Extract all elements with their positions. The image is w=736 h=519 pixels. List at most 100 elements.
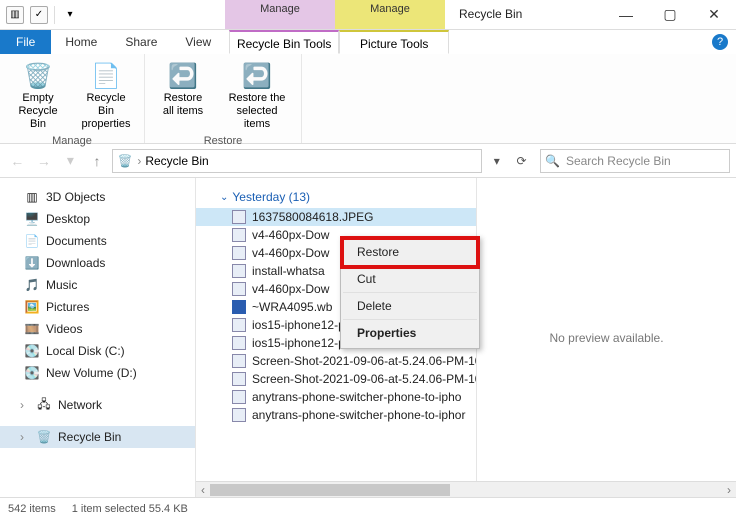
recycle-bin-icon: 🗑️ (117, 153, 133, 169)
nav-item-recycle-bin[interactable]: › 🗑️ Recycle Bin (0, 426, 195, 448)
image-file-icon (232, 246, 246, 260)
nav-label: Music (46, 278, 77, 292)
contextual-tab-picture-header: Manage (335, 0, 445, 29)
nav-item-3d-objects[interactable]: ▥ 3D Objects (0, 186, 195, 208)
nav-item-network[interactable]: ›🖧Network (0, 394, 195, 416)
file-row[interactable]: anytrans-phone-switcher-phone-to-iphor (196, 406, 476, 424)
image-file-icon (232, 354, 246, 368)
chevron-right-icon: › (14, 429, 30, 445)
restore-selected-icon: ↩️ (241, 60, 273, 92)
nav-item-documents[interactable]: 📄 Documents (0, 230, 195, 252)
quick-access-toolbar: ▥ ✓ ▾ (0, 0, 85, 29)
file-row[interactable]: anytrans-phone-switcher-phone-to-ipho (196, 388, 476, 406)
preview-pane: No preview available. (476, 178, 736, 497)
search-box[interactable]: 🔍 Search Recycle Bin (540, 149, 730, 173)
address-dropdown[interactable]: ▾ (486, 149, 507, 173)
nav-label: Documents (46, 234, 107, 248)
context-menu-delete[interactable]: Delete (343, 293, 477, 320)
drive-icon: 💽 (24, 365, 40, 381)
recycle-bin-properties-button[interactable]: 📄 Recycle Bin properties (76, 58, 136, 133)
recycle-bin-icon: 🗑️ (36, 429, 52, 445)
context-menu-cut[interactable]: Cut (343, 266, 477, 293)
empty-bin-label: Empty Recycle Bin (12, 92, 64, 131)
image-file-icon (232, 336, 246, 350)
restore-all-button[interactable]: ↩️ Restore all items (153, 58, 213, 120)
empty-recycle-bin-button[interactable]: 🗑️ Empty Recycle Bin (8, 58, 68, 133)
chevron-down-icon: ⌄ (220, 192, 228, 203)
desktop-icon: 🖥️ (24, 211, 40, 227)
folder-icon: ▥ (24, 189, 40, 205)
bin-properties-label: Recycle Bin properties (80, 92, 132, 131)
drive-icon: 💽 (24, 343, 40, 359)
nav-label: Pictures (46, 300, 89, 314)
file-row[interactable]: Screen-Shot-2021-09-06-at-5.24.06-PM-10 (196, 352, 476, 370)
nav-label: Recycle Bin (58, 430, 121, 444)
address-bar[interactable]: 🗑️ › Recycle Bin (112, 149, 482, 173)
nav-item-pictures[interactable]: 🖼️ Pictures (0, 296, 195, 318)
file-name: ~WRA4095.wb (252, 300, 332, 314)
image-file-icon (232, 264, 246, 278)
tab-home[interactable]: Home (51, 30, 111, 54)
search-icon: 🔍 (545, 154, 560, 168)
scroll-right-icon[interactable]: › (722, 482, 736, 498)
contextual-tab-recycle-header: Manage (225, 0, 335, 29)
image-file-icon (232, 228, 246, 242)
nav-item-local-disk-c[interactable]: 💽Local Disk (C:) (0, 340, 195, 362)
status-bar: 542 items 1 item selected 55.4 KB (0, 497, 736, 519)
group-header-yesterday[interactable]: ⌄ Yesterday (13) (196, 186, 476, 208)
nav-item-videos[interactable]: 🎞️Videos (0, 318, 195, 340)
nav-back-button[interactable]: ← (6, 148, 29, 174)
nav-item-desktop[interactable]: 🖥️ Desktop (0, 208, 195, 230)
nav-recent-dropdown[interactable]: ▾ (59, 148, 82, 174)
documents-icon: 📄 (24, 233, 40, 249)
horizontal-scrollbar[interactable]: ‹ › (196, 481, 736, 497)
ribbon-tabs: File Home Share View Recycle Bin Tools P… (0, 30, 736, 54)
navigation-pane[interactable]: ▥ 3D Objects 🖥️ Desktop 📄 Documents ⬇️Downl… (0, 178, 196, 497)
image-file-icon (232, 210, 246, 224)
music-icon: 🎵 (24, 277, 40, 293)
minimize-button[interactable]: — (604, 0, 648, 29)
nav-up-button[interactable]: ↑ (86, 148, 109, 174)
nav-label: Desktop (46, 212, 90, 226)
qat-dropdown-icon[interactable]: ▾ (61, 6, 79, 24)
file-row[interactable]: 1637580084618.JPEG (196, 208, 476, 226)
scroll-left-icon[interactable]: ‹ (196, 482, 210, 498)
file-name: Screen-Shot-2021-09-06-at-5.24.06-PM-10 (252, 372, 476, 386)
refresh-button[interactable]: ⟳ (511, 149, 532, 173)
ribbon-group-restore: ↩️ Restore all items ↩️ Restore the sele… (145, 54, 302, 143)
group-label-restore: Restore (204, 133, 243, 147)
help-icon[interactable]: ? (712, 34, 728, 50)
scroll-thumb[interactable] (210, 484, 450, 496)
file-row[interactable]: Screen-Shot-2021-09-06-at-5.24.06-PM-10 (196, 370, 476, 388)
context-menu-properties[interactable]: Properties (343, 320, 477, 346)
image-file-icon (232, 318, 246, 332)
restore-selected-label: Restore the selected items (225, 92, 289, 131)
group-label-manage: Manage (52, 133, 92, 147)
nav-label: 3D Objects (46, 190, 105, 204)
nav-item-new-volume-d[interactable]: 💽New Volume (D:) (0, 362, 195, 384)
restore-selected-button[interactable]: ↩️ Restore the selected items (221, 58, 293, 133)
tab-view[interactable]: View (171, 30, 225, 54)
close-button[interactable]: ✕ (692, 0, 736, 29)
tab-picture-tools[interactable]: Picture Tools (339, 30, 449, 54)
tab-share[interactable]: Share (111, 30, 171, 54)
tab-file[interactable]: File (0, 30, 51, 54)
qat-properties-icon[interactable]: ✓ (30, 6, 48, 24)
recycle-bin-empty-icon: 🗑️ (22, 60, 54, 92)
status-item-count: 542 items (8, 503, 56, 515)
pictures-icon: 🖼️ (24, 299, 40, 315)
window-title: Recycle Bin (445, 0, 536, 29)
contextual-tab-headers: Manage Manage (225, 0, 445, 29)
file-name: anytrans-phone-switcher-phone-to-ipho (252, 390, 461, 404)
nav-forward-button[interactable]: → (33, 148, 56, 174)
maximize-button[interactable]: ▢ (648, 0, 692, 29)
restore-all-label: Restore all items (157, 92, 209, 118)
context-menu-restore[interactable]: Restore (343, 239, 477, 266)
properties-icon: 📄 (90, 60, 122, 92)
nav-item-downloads[interactable]: ⬇️Downloads (0, 252, 195, 274)
context-menu: Restore Cut Delete Properties (340, 236, 480, 349)
qat-folder-icon[interactable]: ▥ (6, 6, 24, 24)
tab-recycle-bin-tools[interactable]: Recycle Bin Tools (229, 30, 339, 54)
nav-item-music[interactable]: 🎵 Music (0, 274, 195, 296)
file-name: install-whatsa (252, 264, 325, 278)
